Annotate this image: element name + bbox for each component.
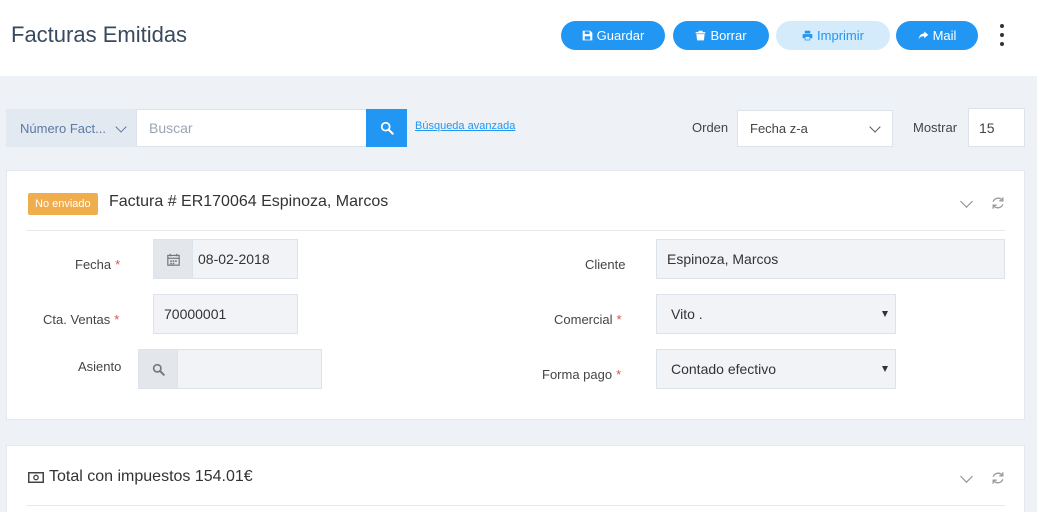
money-icon [28,471,44,483]
invoice-card-header: No enviado Factura # ER170064 Espinoza, … [26,171,1005,231]
mail-button[interactable]: Mail [896,21,978,50]
print-button[interactable]: Imprimir [776,21,890,50]
totals-title-wrap: Total con impuestos 154.01€ [28,468,253,486]
orden-select[interactable]: Fecha z-a [737,110,893,147]
delete-button[interactable]: Borrar [673,21,769,50]
comercial-value: Vito . [671,306,703,322]
caret-down-icon [882,366,888,372]
forma-pago-label: Forma pago * [542,367,622,382]
page-title: Facturas Emitidas [11,22,188,47]
search-icon[interactable] [139,350,178,388]
forma-pago-select[interactable]: Contado efectivo [656,349,896,389]
printer-icon [802,30,813,41]
asiento-label: Asiento [78,359,122,374]
totals-card-header: Total con impuestos 154.01€ [26,446,1005,506]
fecha-value: 08-02-2018 [198,251,270,267]
cliente-value: Espinoza, Marcos [667,251,779,267]
search-button[interactable] [366,109,407,147]
comercial-select[interactable]: Vito . [656,294,896,334]
asiento-field[interactable] [138,349,322,389]
fecha-label: Fecha * [75,257,121,272]
calendar-icon[interactable] [154,240,193,278]
orden-label: Orden [692,120,729,135]
refresh-icon[interactable] [991,196,1005,210]
cliente-field[interactable]: Espinoza, Marcos [656,239,1005,279]
save-button-label: Guardar [596,28,645,43]
caret-down-icon [882,311,888,317]
advanced-search-link[interactable]: Búsqueda avanzada [415,120,515,132]
search-field-select-value: Número Fact... [20,120,106,136]
search-icon [380,121,394,135]
search-input[interactable] [136,109,367,147]
chevron-down-icon [869,121,881,133]
totals-card: Total con impuestos 154.01€ [6,445,1025,512]
chevron-down-icon [115,121,127,133]
cta-ventas-label: Cta. Ventas * [43,312,120,327]
invoice-card: No enviado Factura # ER170064 Espinoza, … [6,170,1025,420]
top-header: Facturas Emitidas Guardar Borrar Imprimi… [0,0,1037,76]
floppy-icon [582,30,592,41]
more-options-icon[interactable] [996,24,1008,46]
totals-title: Total con impuestos 154.01€ [49,468,253,485]
chevron-down-icon[interactable] [960,195,973,208]
mostrar-input[interactable]: 15 [968,108,1025,147]
comercial-label: Comercial * [554,312,622,327]
trash-icon [696,30,706,41]
cliente-label: Cliente [585,257,626,272]
invoice-title: Factura # ER170064 Espinoza, Marcos [109,193,389,210]
mostrar-label: Mostrar [913,120,958,135]
cta-ventas-field[interactable]: 70000001 [153,294,298,334]
refresh-icon[interactable] [991,471,1005,485]
mail-button-label: Mail [932,28,957,43]
save-button[interactable]: Guardar [561,21,665,50]
chevron-down-icon[interactable] [960,470,973,483]
delete-button-label: Borrar [710,28,747,43]
print-button-label: Imprimir [817,28,864,43]
forma-pago-value: Contado efectivo [671,361,777,377]
cta-ventas-value: 70000001 [164,306,227,322]
search-field-select[interactable]: Número Fact... [6,109,136,147]
mostrar-value: 15 [979,119,995,136]
fecha-field[interactable]: 08-02-2018 [153,239,298,279]
share-arrow-icon [918,31,928,40]
orden-select-value: Fecha z-a [750,121,808,136]
status-badge: No enviado [28,193,98,215]
